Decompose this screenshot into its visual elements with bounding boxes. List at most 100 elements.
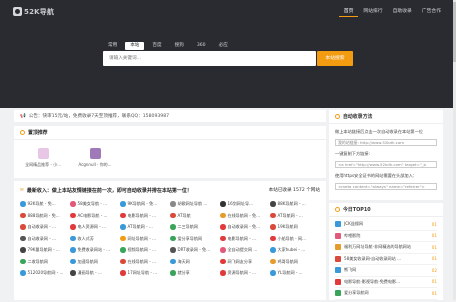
site-link[interactable]: 就分享 bbox=[170, 270, 220, 276]
site-link[interactable]: 漫画导航 - ... bbox=[70, 270, 120, 276]
top10-row[interactable]: 熊飞网 02 bbox=[335, 265, 437, 277]
site-favicon-icon bbox=[20, 247, 26, 253]
site-logo[interactable]: 52K导航 bbox=[13, 6, 54, 17]
nav-home[interactable]: 首页 bbox=[338, 7, 359, 17]
site-favicon-icon bbox=[170, 212, 176, 219]
auto-text-1: 做上本站链接后点击一次自动收录在本站第一位 bbox=[335, 129, 423, 134]
search-tab-site[interactable]: 本站 bbox=[125, 42, 145, 50]
search-tab-baidu[interactable]: 百度 bbox=[147, 42, 166, 50]
top10-row[interactable]: 福利万网址导航-非网精选的导航网站 01 bbox=[335, 242, 437, 254]
site-link[interactable]: 电人资源网 - ... bbox=[70, 224, 120, 230]
top10-row[interactable]: 电影导航-影视导航-免费电影... 01 bbox=[335, 277, 437, 288]
site-link[interactable]: AT导航 bbox=[170, 213, 220, 219]
site-link[interactable]: 全自动提交网 ... bbox=[220, 247, 270, 253]
site-link[interactable]: 网飞网友分享 bbox=[220, 259, 270, 265]
site-link[interactable]: 鸡哥导航网 bbox=[270, 259, 320, 265]
site-link[interactable]: 17网址导航 - ... bbox=[120, 270, 170, 276]
site-favicon-icon bbox=[120, 270, 126, 276]
site-link[interactable]: 视频导航网 - ... bbox=[120, 247, 170, 253]
site-link[interactable]: AT导航网 - ... bbox=[270, 213, 320, 219]
site-name: AT导航 bbox=[177, 212, 191, 218]
search-input[interactable] bbox=[103, 51, 316, 66]
site-favicon-icon bbox=[37, 148, 49, 159]
site-link[interactable]: 电影导航网 - ... bbox=[220, 236, 270, 242]
site-favicon-icon bbox=[270, 247, 276, 253]
site-link[interactable]: 19K导航网 bbox=[270, 224, 320, 230]
top10-site-name: 58美女收录网-自动收录网站 ... bbox=[344, 255, 401, 261]
top10-count: 01 bbox=[431, 233, 437, 239]
site-name: 网飞网友分享 bbox=[227, 258, 253, 264]
recommend-item[interactable]: Acgnnull - 你的... bbox=[76, 148, 114, 168]
site-link[interactable]: 小船导航 - 网... bbox=[270, 236, 320, 242]
site-link[interactable]: 58美女导航 - ... bbox=[70, 201, 120, 207]
site-link[interactable]: 在线导航网 - ... bbox=[120, 259, 170, 265]
top10-row[interactable]: JCK益搜网 01 bbox=[335, 219, 437, 231]
site-link[interactable]: 88K导航网 - ... bbox=[270, 201, 320, 207]
site-favicon-icon bbox=[220, 235, 226, 242]
search-tab-bing[interactable]: 必应 bbox=[214, 42, 233, 50]
top10-site-name: 电影导航-影视导航-免费电影... bbox=[344, 278, 400, 284]
top10-row[interactable]: 爱分享导航网 01 bbox=[335, 288, 437, 300]
search-tabs: 常用 本站 百度 搜狗 360 必应 bbox=[103, 42, 236, 50]
site-name: 88K导航网 - ... bbox=[277, 201, 306, 206]
site-favicon-icon bbox=[120, 235, 126, 242]
site-name: 海天网 bbox=[177, 258, 190, 264]
site-link[interactable]: 海天网 bbox=[170, 259, 220, 265]
site-favicon-icon bbox=[335, 255, 341, 262]
search-tab-sogou[interactable]: 搜狗 bbox=[170, 42, 189, 50]
site-link[interactable]: 9K导航网 - 免... bbox=[120, 201, 170, 207]
site-link[interactable]: 网址导航网 - ... bbox=[120, 236, 170, 242]
recommend-title: 置顶推荐 bbox=[28, 130, 48, 136]
recommend-item[interactable]: 全网精品推荐 - 小... bbox=[24, 148, 62, 168]
site-link-input[interactable]: 我的站链接: http://www.52kdh.com bbox=[335, 139, 437, 146]
nav-ranking[interactable]: 网站排行 bbox=[358, 7, 387, 17]
top10-list: JCK益搜网 01 哔哩影院 01 福利万网址导航-非网精选的导航网站 01 58美女收录网… bbox=[329, 217, 443, 302]
site-favicon-icon bbox=[335, 232, 341, 239]
site-name: 电人资源网 - ... bbox=[77, 224, 106, 229]
site-link[interactable]: AT导航网 - ... bbox=[120, 224, 170, 230]
top10-site-name: 福利万网址导航-非网精选的导航网站 bbox=[344, 244, 411, 250]
site-link[interactable]: 79K量导航网 - ... bbox=[20, 247, 70, 253]
site-link[interactable]: 爱分享导航网 bbox=[170, 236, 220, 242]
site-link[interactable]: DRT收录网 - 免... bbox=[170, 247, 220, 253]
top10-row[interactable]: 58美女收录网-自动收录网站 ... 01 bbox=[335, 254, 437, 265]
site-link[interactable]: 自动收录网 - ... bbox=[20, 224, 70, 230]
site-link[interactable]: 收人式芳 bbox=[70, 236, 120, 242]
site-link[interactable]: 大家hubei - ... bbox=[270, 247, 320, 253]
nav-ads[interactable]: 广告合作 bbox=[417, 7, 446, 17]
site-name: 资源导航网 - ... bbox=[227, 270, 256, 275]
site-link[interactable]: 自动收录网 - ... bbox=[20, 236, 70, 242]
site-favicon-icon bbox=[220, 212, 226, 219]
link-code-input[interactable]: <a href="http://www.52kdh.com" target="_… bbox=[335, 161, 437, 168]
site-name: 9K导航网 - 免... bbox=[127, 201, 158, 206]
site-favicon-icon bbox=[70, 270, 76, 276]
site-link[interactable]: AC电影导航 - ... bbox=[70, 213, 120, 219]
site-favicon-icon bbox=[170, 270, 176, 276]
site-link[interactable]: 二收导航网 bbox=[20, 259, 70, 265]
site-favicon-icon bbox=[335, 290, 341, 297]
search-tab-360[interactable]: 360 bbox=[192, 42, 211, 50]
search-button[interactable]: 本站搜索 bbox=[317, 51, 353, 66]
site-link[interactable]: 16剑网址导... bbox=[220, 201, 270, 207]
top10-row[interactable]: 哔哩影院 01 bbox=[335, 231, 437, 242]
site-favicon-icon bbox=[220, 258, 226, 265]
site-link[interactable]: 在线导航网 - 免... bbox=[220, 213, 270, 219]
site-link[interactable]: 二三导航网 bbox=[170, 224, 220, 230]
search-tab-common[interactable]: 常用 bbox=[103, 42, 122, 50]
site-link[interactable]: 888导航网 - 免... bbox=[20, 213, 70, 219]
site-favicon-icon bbox=[20, 201, 26, 207]
site-favicon-icon bbox=[120, 212, 126, 219]
site-link[interactable]: 免费收录网站 - ... bbox=[70, 247, 120, 253]
site-link[interactable]: 资源导航网 - ... bbox=[220, 270, 270, 276]
site-favicon-icon bbox=[120, 258, 126, 265]
site-link[interactable]: 电影导航网 - ... bbox=[120, 213, 170, 219]
meta-code-input[interactable]: <meta content="always" name="referrer"> bbox=[335, 183, 437, 190]
site-link[interactable]: 92K导航 - 免... bbox=[20, 201, 70, 207]
site-link[interactable]: 512020导航网 - ... bbox=[20, 270, 70, 276]
site-link[interactable]: 自动收录网 - 免... bbox=[220, 224, 270, 230]
site-favicon-icon bbox=[120, 247, 126, 253]
nav-submit[interactable]: 自助收录 bbox=[388, 7, 417, 17]
site-link[interactable]: 加速导航网 bbox=[70, 259, 120, 265]
site-link[interactable]: YL导航网 - ... bbox=[270, 270, 320, 276]
site-link[interactable]: 胡歌网址导航 ... bbox=[170, 201, 220, 207]
